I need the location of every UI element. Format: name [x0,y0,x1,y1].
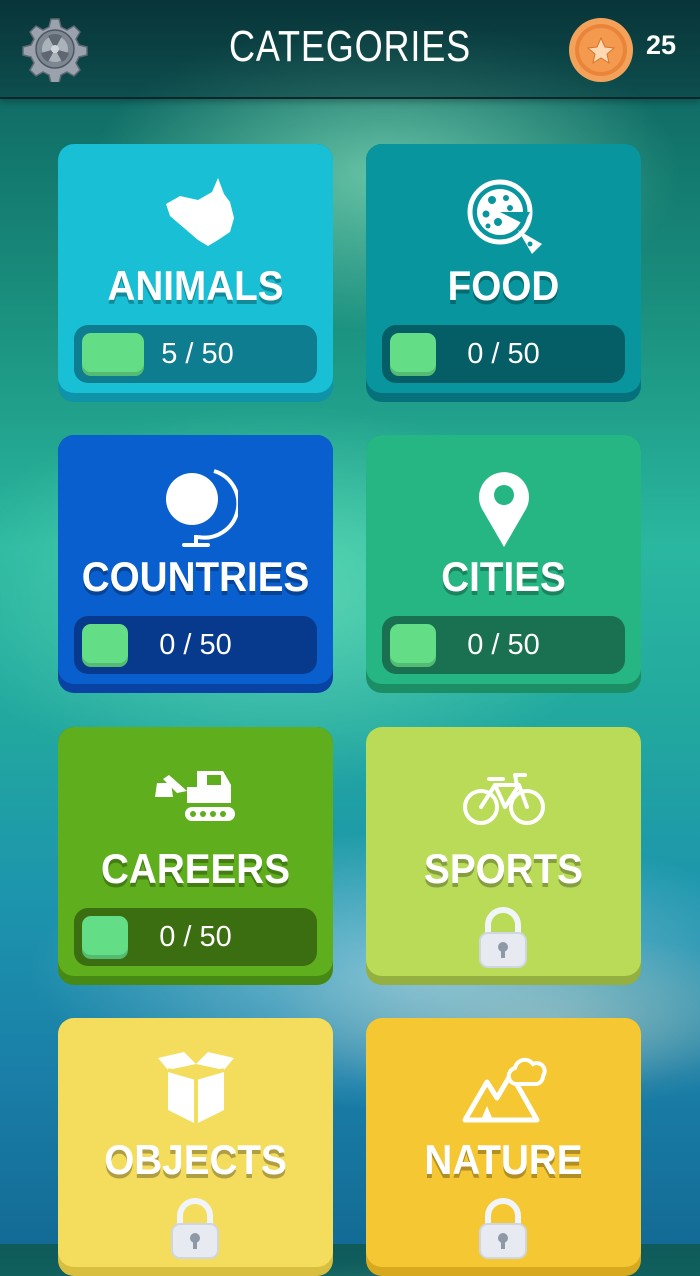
progress-bar: 0 / 50 [382,616,625,674]
cat-icon [165,178,234,246]
globe-icon [165,469,238,547]
lock-icon [479,907,527,968]
pizza-icon [467,179,542,254]
category-card-countries[interactable]: COUNTRIES 0 / 50 [58,435,333,693]
category-title: SPORTS [424,845,583,892]
category-title: CITIES [441,553,566,600]
map-pin-icon [478,472,529,547]
category-title: FOOD [447,262,560,309]
category-title: COUNTRIES [81,553,310,600]
category-card-animals[interactable]: ANIMALS 5 / 50 [58,144,333,402]
progress-bar: 5 / 50 [74,325,317,383]
progress-text: 0 / 50 [467,338,540,370]
lock-icon [171,1198,219,1259]
lock-icon [479,1198,527,1259]
progress-bar: 0 / 50 [74,908,317,966]
top-bar: CATEGORIES 25 [0,0,700,99]
category-title: OBJECTS [104,1136,287,1183]
category-card-careers[interactable]: CAREERS 0 / 50 [58,727,333,985]
progress-text: 0 / 50 [467,629,540,661]
category-card-objects[interactable]: OBJECTS [58,1018,333,1276]
category-title: CAREERS [101,845,290,892]
category-card-sports[interactable]: SPORTS [366,727,641,985]
progress-text: 0 / 50 [159,629,232,661]
excavator-icon [154,771,235,821]
category-card-food[interactable]: FOOD 0 / 50 [366,144,641,402]
bicycle-icon [462,773,545,825]
category-title: ANIMALS [107,262,284,309]
progress-bar: 0 / 50 [74,616,317,674]
category-card-cities[interactable]: CITIES 0 / 50 [366,435,641,693]
progress-text: 0 / 50 [159,921,232,953]
category-card-nature[interactable]: NATURE [366,1018,641,1276]
page-title: CATEGORIES [228,22,472,71]
mountain-cloud-icon [462,1057,547,1123]
coin-icon [569,18,633,82]
progress-text: 5 / 50 [161,338,234,370]
progress-bar: 0 / 50 [382,325,625,383]
category-title: NATURE [424,1136,583,1183]
box-icon [157,1052,234,1124]
coin-count: 25 [646,30,677,60]
